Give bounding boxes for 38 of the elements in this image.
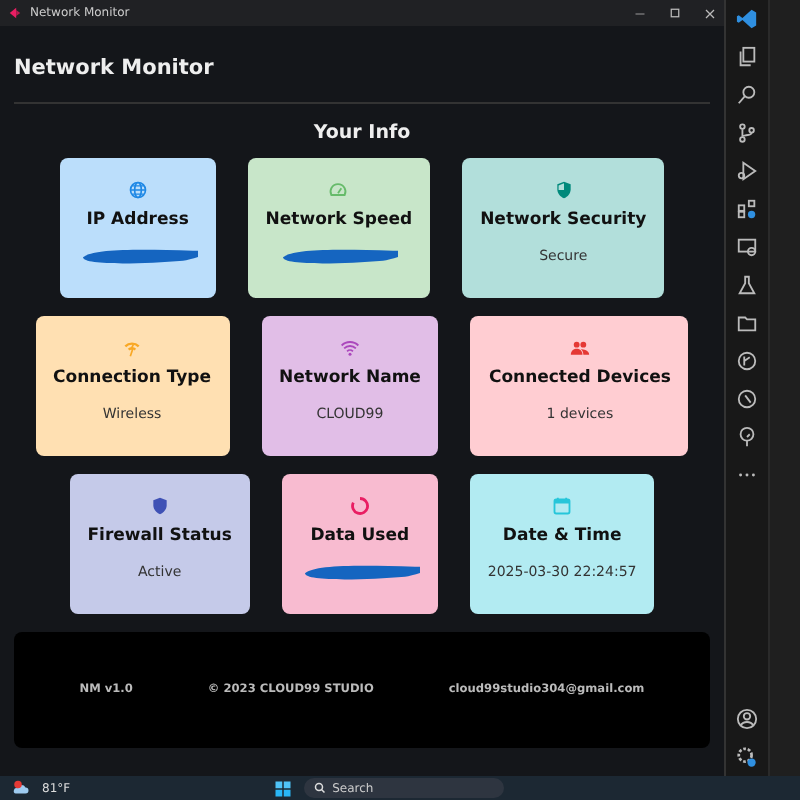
run-debug-icon[interactable] xyxy=(736,160,758,182)
files-icon[interactable] xyxy=(736,46,758,68)
close-icon[interactable] xyxy=(704,7,716,19)
folder-icon[interactable] xyxy=(736,312,758,334)
remote-icon[interactable] xyxy=(736,236,758,258)
calendar-icon xyxy=(552,496,573,516)
editor-logo-icon[interactable] xyxy=(736,8,758,30)
wifi-icon xyxy=(122,338,143,358)
card-title: Network Speed xyxy=(265,208,413,234)
card-title: Connection Type xyxy=(53,366,212,392)
app-icon xyxy=(8,6,22,20)
settings-icon[interactable] xyxy=(736,746,758,768)
flask-icon[interactable] xyxy=(736,274,758,296)
shield-icon xyxy=(553,180,574,200)
wifi-icon xyxy=(339,338,360,358)
search-icon xyxy=(314,782,327,794)
globe-icon xyxy=(127,180,148,200)
windows-start-icon[interactable] xyxy=(274,779,293,797)
search-icon[interactable] xyxy=(736,84,758,106)
extensions-icon[interactable] xyxy=(736,198,758,220)
branch-icon[interactable] xyxy=(736,122,758,144)
people-icon xyxy=(569,338,590,358)
minimize-icon[interactable] xyxy=(634,7,646,19)
card-title: Network Name xyxy=(279,366,421,392)
card-title: IP Address xyxy=(86,208,189,234)
ring-icon xyxy=(349,496,370,516)
card-title: Data Used xyxy=(310,524,410,550)
card-title: Network Security xyxy=(480,208,647,234)
card-title: Firewall Status xyxy=(87,524,232,550)
app-title: Network Monitor xyxy=(14,26,710,104)
account-icon[interactable] xyxy=(736,708,758,730)
weather-icon xyxy=(12,779,30,797)
maximize-icon[interactable] xyxy=(670,8,680,18)
gauge-icon xyxy=(328,180,349,200)
shield-icon xyxy=(149,496,170,516)
card-title: Connected Devices xyxy=(488,366,671,392)
section-title: Your Info xyxy=(311,119,413,148)
card-title: Date & Time xyxy=(502,524,622,550)
